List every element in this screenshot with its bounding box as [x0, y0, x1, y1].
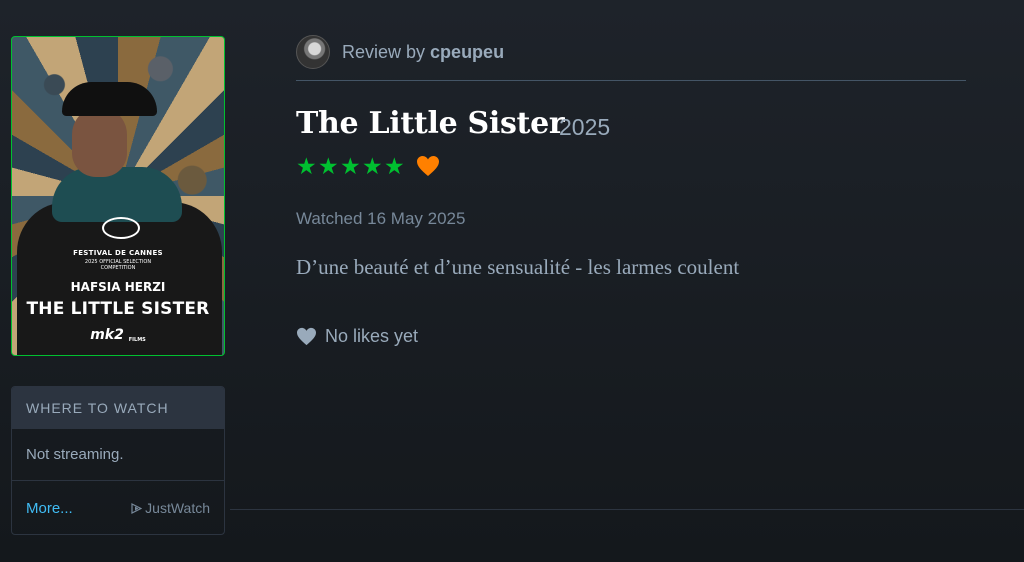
heart-icon — [417, 156, 439, 176]
poster-face-shape — [72, 107, 127, 177]
where-to-watch-panel: Where to watch Not streaming. More... Ju… — [11, 386, 225, 535]
film-poster[interactable]: FESTIVAL DE CANNES 2025 OFFICIAL SELECTI… — [11, 36, 225, 356]
poster-competition-line: COMPETITION — [100, 265, 136, 271]
review-byline: Review by cpeupeu — [342, 42, 504, 63]
poster-cap-shape — [62, 82, 157, 116]
review-text: D’une beauté et d’une sensualité - les l… — [296, 255, 740, 279]
header-divider — [296, 80, 966, 81]
rating: ★ ★ ★ ★ ★ — [296, 154, 440, 178]
star-icon: ★ — [296, 153, 317, 179]
film-title[interactable]: The Little Sister — [296, 106, 565, 141]
star-icon: ★ — [362, 153, 383, 179]
where-to-watch-heading: Where to watch — [12, 387, 224, 429]
justwatch-play-icon — [131, 502, 143, 514]
like-heart-icon[interactable] — [296, 327, 317, 346]
film-year[interactable]: 2025 — [559, 114, 610, 141]
poster-festival: FESTIVAL DE CANNES — [73, 249, 163, 257]
where-to-watch-footer: More... JustWatch — [12, 481, 224, 534]
star-icon: ★ — [318, 153, 339, 179]
palme-icon — [102, 217, 140, 239]
likes[interactable]: No likes yet — [296, 326, 418, 347]
justwatch-label: JustWatch — [145, 500, 210, 516]
likes-label: No likes yet — [325, 326, 419, 346]
poster-hood-shape — [52, 167, 182, 222]
star-icon: ★ — [340, 153, 361, 179]
review-by-prefix: Review by — [342, 42, 426, 62]
poster-distributor: mk2 — [90, 327, 124, 343]
poster-distributor-logo: mk2 FILMS — [12, 327, 224, 343]
more-link[interactable]: More... — [26, 500, 73, 517]
section-divider — [230, 509, 1024, 510]
poster-title: THE LITTLE SISTER — [26, 299, 210, 319]
review-page: FESTIVAL DE CANNES 2025 OFFICIAL SELECTI… — [0, 0, 1024, 562]
avatar[interactable] — [296, 35, 330, 69]
poster-distributor-sub: FILMS — [128, 337, 146, 343]
watched-date: Watched 16 May 2025 — [296, 209, 466, 228]
poster-selection: 2025 OFFICIAL SELECTION COMPETITION — [12, 259, 224, 271]
justwatch-link[interactable]: JustWatch — [131, 500, 210, 516]
poster-director: HAFSIA HERZI — [70, 280, 166, 294]
star-icon: ★ — [384, 153, 405, 179]
username-link[interactable]: cpeupeu — [430, 42, 504, 62]
streaming-status: Not streaming. — [12, 429, 224, 481]
